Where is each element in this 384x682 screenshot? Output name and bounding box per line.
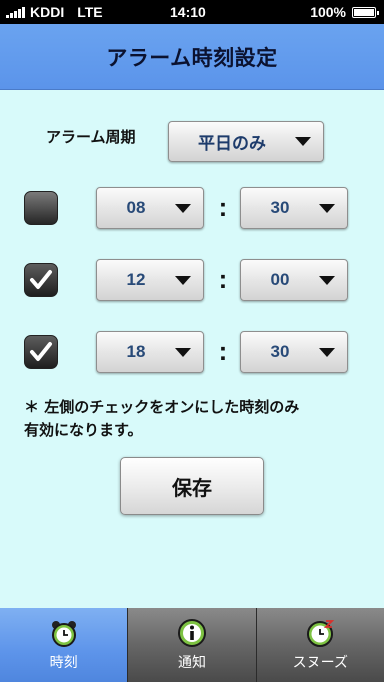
chevron-down-icon — [319, 347, 335, 357]
signal-strength-icon — [6, 6, 25, 18]
tab-bar: 時刻 通知 スヌーズ — [0, 608, 384, 682]
alarm-2-checkbox[interactable] — [24, 263, 58, 297]
time-separator: : — [218, 192, 228, 222]
period-select-value: 平日のみ — [198, 134, 266, 153]
tab-snooze[interactable]: スヌーズ — [255, 608, 384, 682]
alarm-3-minute-select[interactable]: 30 — [240, 331, 348, 373]
battery-percent: 100% — [310, 4, 346, 20]
status-left: KDDI LTE — [6, 4, 103, 20]
chevron-down-icon — [175, 347, 191, 357]
alarm-1-hour-value: 08 — [126, 198, 146, 217]
time-separator: : — [218, 264, 228, 294]
alarm-3-hour-value: 18 — [126, 342, 146, 361]
chevron-down-icon — [175, 203, 191, 213]
tab-time[interactable]: 時刻 — [0, 608, 128, 682]
status-bar: KDDI LTE 14:10 100% — [0, 0, 384, 24]
alarm-1-minute-select[interactable]: 30 — [240, 187, 348, 229]
page-title: アラーム時刻設定 — [106, 45, 278, 70]
help-note-line-2: 有効になります。 — [24, 421, 143, 439]
carrier-label: KDDI — [30, 4, 65, 20]
chevron-down-icon — [295, 137, 311, 146]
alarm-clock-icon — [51, 621, 76, 647]
period-label: アラーム周期 — [46, 128, 136, 146]
alarm-2-hour-value: 12 — [126, 270, 146, 289]
alarm-3-hour-select[interactable]: 18 — [96, 331, 204, 373]
snooze-clock-icon — [307, 620, 335, 647]
alarm-3-checkbox[interactable] — [24, 335, 58, 369]
alarm-2-hour-select[interactable]: 12 — [96, 259, 204, 301]
checkmark-icon — [30, 270, 52, 289]
help-note: ＊ 左側のチェックをオンにした時刻のみ 有効になります。 — [24, 396, 364, 442]
chevron-down-icon — [175, 275, 191, 285]
period-select[interactable]: 平日のみ — [168, 121, 324, 162]
status-right: 100% — [310, 4, 379, 20]
alarm-1-hour-select[interactable]: 08 — [96, 187, 204, 229]
checkmark-icon — [30, 342, 52, 361]
tab-notification[interactable]: 通知 — [127, 608, 256, 682]
status-time: 14:10 — [170, 4, 206, 20]
alarm-1-minute-value: 30 — [270, 198, 290, 217]
alarm-2-minute-value: 00 — [270, 270, 290, 289]
chevron-down-icon — [319, 275, 335, 285]
help-note-line-1: ＊ 左側のチェックをオンにした時刻のみ — [24, 398, 300, 416]
header: アラーム時刻設定 — [0, 24, 384, 90]
tab-notification-label: 通知 — [177, 655, 206, 671]
battery-icon — [352, 6, 379, 18]
alarm-3-minute-value: 30 — [270, 342, 290, 361]
info-icon — [177, 619, 206, 647]
network-label: LTE — [77, 4, 103, 20]
alarm-1-checkbox[interactable] — [24, 191, 58, 225]
chevron-down-icon — [319, 203, 335, 213]
time-separator: : — [218, 336, 228, 366]
alarm-2-minute-select[interactable]: 00 — [240, 259, 348, 301]
tab-time-label: 時刻 — [49, 655, 78, 671]
save-button[interactable]: 保存 — [120, 457, 264, 515]
tab-snooze-label: スヌーズ — [292, 655, 348, 671]
